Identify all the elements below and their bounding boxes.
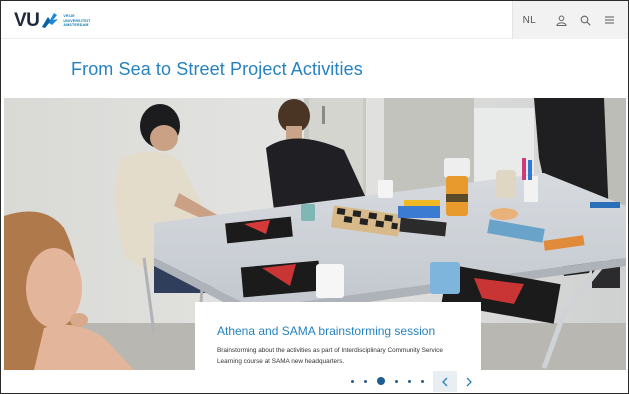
language-switch[interactable]: NL (523, 15, 536, 26)
carousel-dot[interactable] (364, 379, 367, 383)
carousel-prev-button[interactable] (433, 371, 457, 392)
vu-logo[interactable]: VU VRIJE UNIVERSITEIT AMSTERDAM (14, 10, 91, 32)
logo-mark: VU (14, 10, 40, 31)
chevron-left-icon (442, 377, 448, 386)
chevron-right-icon (466, 377, 472, 386)
header-nav: NL (511, 1, 628, 39)
slide-title: Athena and SAMA brainstorming session (217, 324, 436, 338)
carousel-pagination (346, 377, 429, 385)
carousel-caption: Athena and SAMA brainstorming session Br… (195, 302, 481, 376)
logo-wordmark: VRIJE UNIVERSITEIT AMSTERDAM (63, 14, 91, 28)
user-icon[interactable] (554, 13, 568, 27)
carousel-arrows (433, 371, 481, 392)
carousel-dot[interactable] (395, 379, 398, 383)
search-icon[interactable] (578, 13, 592, 27)
site-header: VU VRIJE UNIVERSITEIT AMSTERDAM NL (1, 1, 628, 39)
page-title: From Sea to Street Project Activities (71, 59, 363, 79)
carousel-dot[interactable] (351, 379, 354, 383)
slide-description: Brainstorming about the activities as pa… (217, 347, 443, 365)
carousel-next-button[interactable] (457, 371, 481, 392)
menu-icon[interactable] (602, 13, 616, 27)
carousel-dot[interactable] (421, 379, 424, 383)
carousel-dot[interactable] (408, 379, 411, 383)
carousel-dot-active[interactable] (377, 377, 385, 385)
griffin-icon (42, 13, 59, 28)
